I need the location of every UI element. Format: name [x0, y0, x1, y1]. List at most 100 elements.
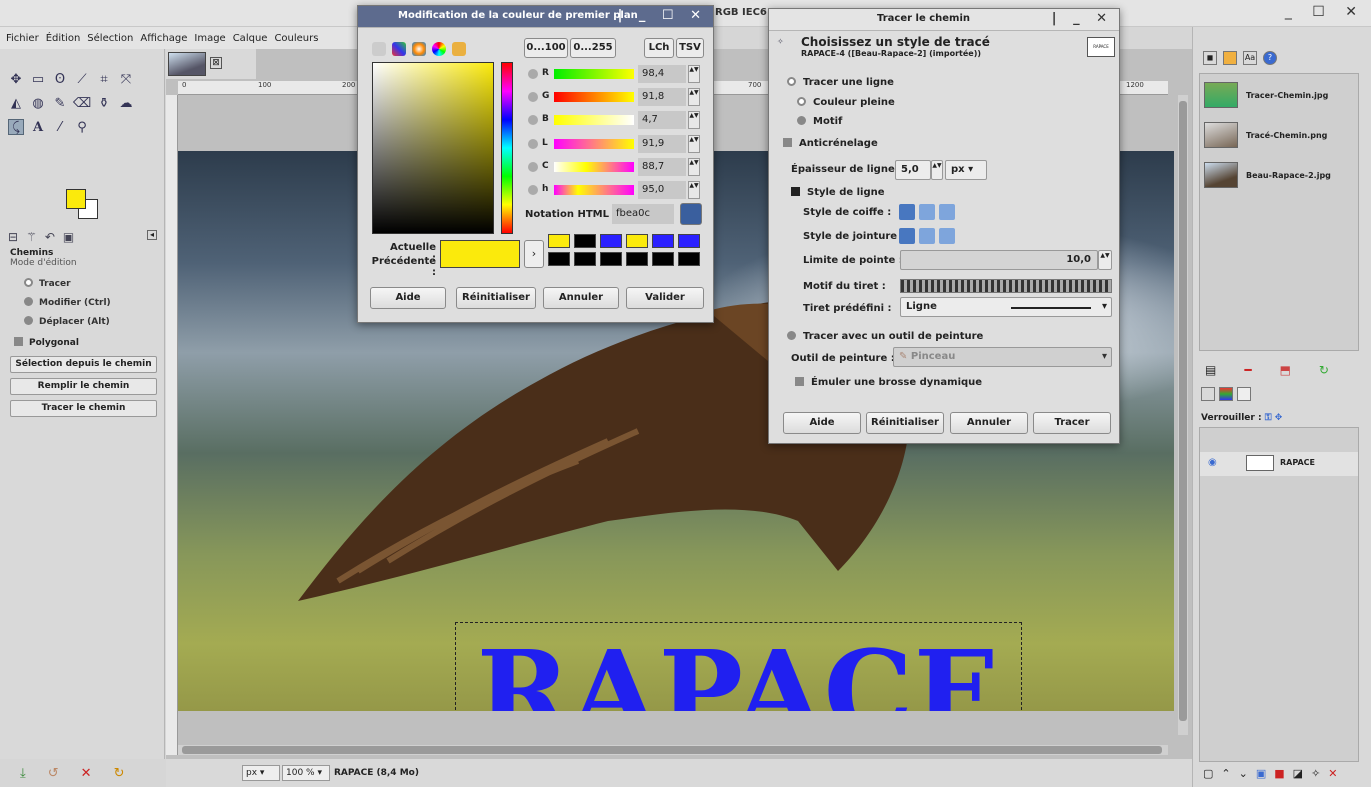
history-color-swatch[interactable] [548, 252, 570, 266]
channel-slider[interactable] [554, 162, 634, 172]
channel-value[interactable]: 91,9 [638, 135, 686, 153]
history-color-swatch[interactable] [626, 252, 648, 266]
channel-slider[interactable] [554, 92, 634, 102]
add-to-history-arrow-icon[interactable]: › [524, 240, 544, 268]
scroll-thumb[interactable] [1179, 101, 1187, 721]
history-color-swatch[interactable] [600, 234, 622, 248]
menu-couleurs[interactable]: Couleurs [274, 33, 318, 44]
spin-icon[interactable]: ▲▼ [688, 158, 700, 176]
eyedropper-icon[interactable] [680, 203, 702, 225]
gradient-tool-icon[interactable]: ◍ [30, 95, 46, 111]
crop-tool-icon[interactable]: ⌗ [96, 71, 112, 87]
channel-radio[interactable] [528, 92, 538, 102]
channel-slider[interactable] [554, 69, 634, 79]
channel-value[interactable]: 4,7 [638, 111, 686, 129]
duplicate-path-icon[interactable]: ▣ [1256, 767, 1266, 780]
new-path-icon[interactable]: ▢ [1203, 767, 1213, 780]
tsv-button[interactable]: TSV [676, 38, 704, 58]
layers-tab-icon[interactable] [1201, 387, 1215, 401]
fill-path-button[interactable]: Remplir le chemin [10, 378, 157, 395]
cancel-button[interactable]: Annuler [543, 287, 619, 309]
history-color-swatch[interactable] [678, 252, 700, 266]
gimp-selector-icon[interactable] [372, 42, 386, 56]
help-button[interactable]: Aide [370, 287, 446, 309]
bucket-fill-tool-icon[interactable]: ◭ [8, 95, 24, 111]
help-button[interactable]: Aide [783, 412, 861, 434]
reset-button[interactable]: Réinitialiser [866, 412, 944, 434]
stroke-path-icon[interactable]: ✧ [1311, 767, 1320, 780]
scroll-thumb[interactable] [182, 746, 1162, 754]
color-area[interactable] [372, 62, 494, 234]
polygonal-checkbox[interactable]: Polygonal [14, 337, 79, 348]
save-options-icon[interactable]: ⤓ [20, 766, 26, 781]
channel-radio[interactable] [528, 115, 538, 125]
channel-value[interactable]: 91,8 [638, 88, 686, 106]
reset-button[interactable]: Réinitialiser [456, 287, 536, 309]
raise-path-icon[interactable]: ⌃ [1221, 767, 1230, 780]
channel-value[interactable]: 88,7 [638, 158, 686, 176]
paintbrush-tool-icon[interactable]: ✎ [52, 95, 68, 111]
selection-from-path-button[interactable]: Sélection depuis le chemin [10, 356, 157, 373]
history-color-swatch[interactable] [626, 234, 648, 248]
history-color-swatch[interactable] [678, 234, 700, 248]
horizontal-scrollbar[interactable] [178, 745, 1168, 755]
spin-icon[interactable]: ▲▼ [688, 65, 700, 83]
cap-square-icon[interactable] [939, 204, 955, 220]
spin-icon[interactable]: ▲▼ [688, 111, 700, 129]
channel-slider[interactable] [554, 115, 634, 125]
delete-path-icon[interactable]: ✕ [1328, 767, 1337, 780]
validate-button[interactable]: Valider [626, 287, 704, 309]
triangle-selector-icon[interactable] [432, 42, 446, 56]
channel-value[interactable]: 95,0 [638, 181, 686, 199]
images-tab-icon[interactable]: ▣ [63, 230, 74, 244]
menu-calque[interactable]: Calque [233, 33, 268, 44]
clone-tool-icon[interactable]: ⚱ [96, 95, 112, 111]
watercolor-selector-icon[interactable] [452, 42, 466, 56]
color-picker-tool-icon[interactable]: ⁄ [52, 119, 68, 135]
join-bevel-icon[interactable] [939, 228, 955, 244]
image-item[interactable]: Tracer-Chemin.jpg [1204, 82, 1328, 108]
history-color-swatch[interactable] [548, 234, 570, 248]
help-tab-icon[interactable]: ? [1263, 51, 1277, 65]
spin-icon[interactable]: ▲▼ [688, 135, 700, 153]
rect-select-tool-icon[interactable]: ▭ [30, 71, 46, 87]
eye-icon[interactable]: ◉ [1208, 457, 1217, 468]
history-color-swatch[interactable] [600, 252, 622, 266]
lower-path-icon[interactable]: ⌄ [1239, 767, 1248, 780]
fuzzy-select-tool-icon[interactable]: ⟋ [74, 71, 90, 87]
paint-tool-dropdown[interactable]: ✎ Pinceau ▾ [893, 347, 1112, 367]
smudge-tool-icon[interactable]: ☁ [118, 95, 134, 111]
lch-button[interactable]: LCh [644, 38, 674, 58]
join-round-icon[interactable] [919, 228, 935, 244]
join-miter-icon[interactable] [899, 228, 915, 244]
history-color-swatch[interactable] [574, 252, 596, 266]
lock-icon[interactable]: ⚿ ✥ [1265, 413, 1283, 423]
close-icon[interactable]: ⊠ [210, 57, 222, 69]
undo-history-tab-icon[interactable]: ↶ [45, 230, 55, 244]
new-display-icon[interactable]: ▤ [1205, 363, 1216, 377]
pattern-radio[interactable]: Motif [797, 116, 842, 127]
zoom-select[interactable]: 100 % ▾ [282, 765, 330, 781]
text-tool-icon[interactable]: A [30, 119, 46, 135]
history-color-swatch[interactable] [652, 252, 674, 266]
emulate-dynamics-checkbox[interactable]: Émuler une brosse dynamique [795, 377, 982, 388]
channel-slider[interactable] [554, 139, 634, 149]
dialog-window-controls[interactable]: | _ ☐ ✕ [618, 8, 707, 23]
tool-options-tab-icon[interactable]: ⊟ [8, 230, 18, 244]
range-0-100-button[interactable]: 0...100 [524, 38, 568, 58]
transform-tool-icon[interactable]: ⤧ [118, 71, 134, 87]
lasso-tool-icon[interactable]: ʘ [52, 71, 68, 87]
antialias-checkbox[interactable]: Anticrénelage [783, 138, 878, 149]
channel-radio[interactable] [528, 139, 538, 149]
menu-edition[interactable]: Édition [46, 33, 81, 44]
channel-slider[interactable] [554, 185, 634, 195]
history-color-swatch[interactable] [574, 234, 596, 248]
foreground-color-swatch[interactable] [66, 189, 86, 209]
hue-strip[interactable] [501, 62, 513, 234]
brushes-tab-icon[interactable]: ◼ [1203, 51, 1217, 65]
rapace-text-path[interactable]: RAPACE [455, 637, 1022, 712]
mode-modifier-radio[interactable]: Modifier (Ctrl) [24, 297, 111, 308]
range-0-255-button[interactable]: 0...255 [570, 38, 616, 58]
raise-icon[interactable]: ⬒ [1280, 363, 1291, 377]
reset-options-icon[interactable]: ↻ [114, 766, 125, 781]
